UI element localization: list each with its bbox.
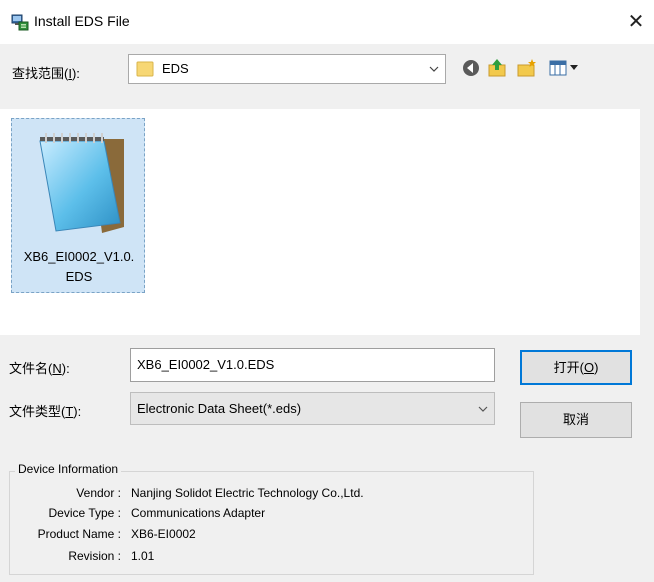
product-name-label: Product Name : bbox=[37, 527, 121, 541]
app-icon bbox=[11, 13, 29, 31]
product-name-value: XB6-EI0002 bbox=[131, 527, 196, 541]
back-icon[interactable] bbox=[460, 57, 482, 79]
close-button[interactable]: ✕ bbox=[622, 8, 650, 36]
cancel-button[interactable]: 取消 bbox=[520, 402, 632, 438]
notepad-icon bbox=[32, 127, 128, 242]
filename-label: 文件名(N): bbox=[9, 361, 70, 376]
revision-value: 1.01 bbox=[131, 549, 155, 563]
up-folder-icon[interactable] bbox=[486, 57, 508, 79]
device-type-value: Communications Adapter bbox=[131, 506, 266, 520]
vendor-value: Nanjing Solidot Electric Technology Co.,… bbox=[131, 486, 364, 500]
filetype-label: 文件类型(T): bbox=[9, 404, 82, 419]
open-button[interactable]: 打开(O) bbox=[520, 350, 632, 385]
window-title: Install EDS File bbox=[34, 13, 130, 29]
lookin-label: 查找范围(I): bbox=[12, 66, 80, 81]
file-item[interactable]: XB6_EI0002_V1.0. EDS bbox=[11, 118, 145, 293]
device-type-label: Device Type : bbox=[48, 506, 121, 520]
filetype-dropdown[interactable]: Electronic Data Sheet(*.eds) bbox=[130, 392, 495, 425]
filename-input[interactable]: XB6_EI0002_V1.0.EDS bbox=[130, 348, 495, 382]
folder-icon bbox=[136, 61, 154, 80]
device-info-title: Device Information bbox=[15, 462, 122, 476]
filetype-value: Electronic Data Sheet(*.eds) bbox=[137, 401, 302, 416]
vendor-label: Vendor : bbox=[76, 486, 121, 500]
chevron-down-icon bbox=[429, 66, 439, 72]
revision-label: Revision : bbox=[68, 549, 121, 563]
lookin-dropdown[interactable]: EDS bbox=[128, 54, 446, 84]
file-name: XB6_EI0002_V1.0. EDS bbox=[23, 249, 135, 284]
view-menu-icon[interactable] bbox=[548, 57, 584, 79]
new-folder-icon[interactable] bbox=[516, 57, 538, 79]
chevron-down-icon bbox=[478, 406, 488, 412]
lookin-value: EDS bbox=[162, 61, 189, 76]
